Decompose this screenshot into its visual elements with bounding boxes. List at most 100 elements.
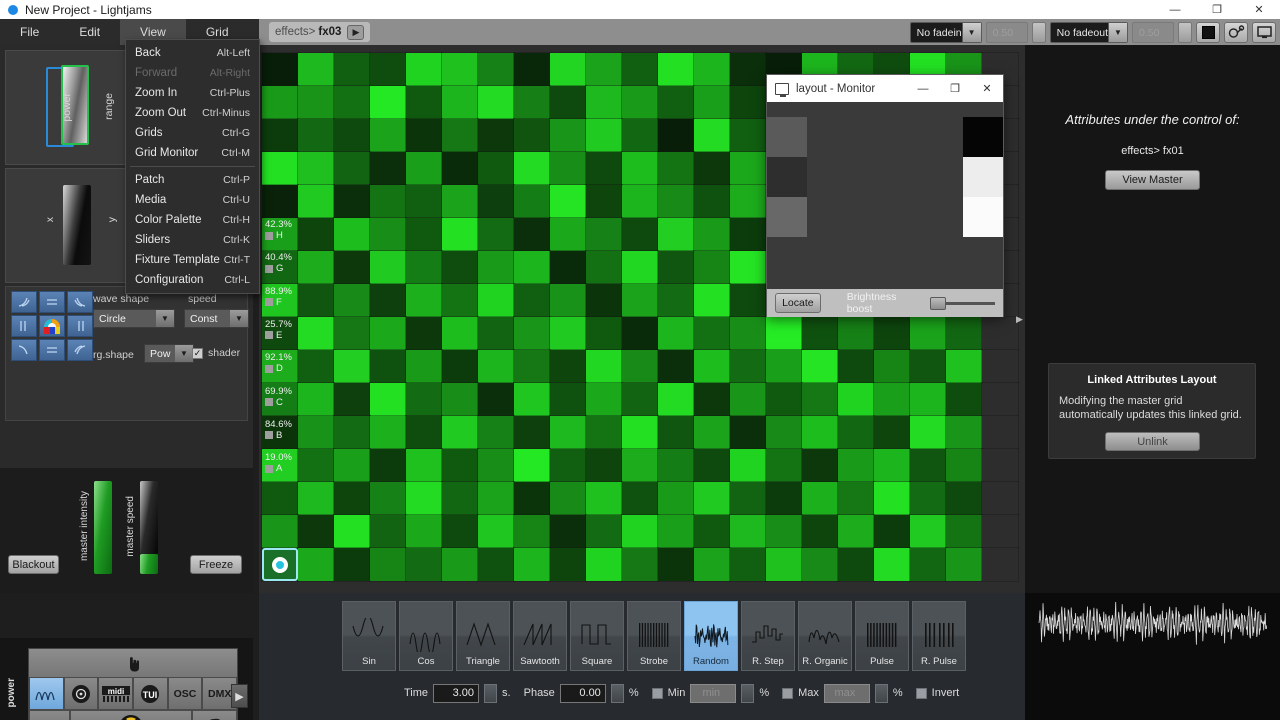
- grid-cell[interactable]: [513, 52, 551, 87]
- grid-cell[interactable]: [333, 52, 371, 87]
- menu-item-grid-monitor[interactable]: Grid Monitor Ctrl-M: [126, 143, 259, 163]
- monitor-close-button[interactable]: ✕: [971, 75, 1003, 102]
- fadein-time-field[interactable]: 0.50: [985, 22, 1028, 43]
- grid-cell[interactable]: [837, 382, 875, 417]
- chevron-down-icon[interactable]: ▼: [156, 310, 174, 327]
- grid-cell[interactable]: [261, 118, 299, 153]
- grid-cell[interactable]: [693, 316, 731, 351]
- grid-cell[interactable]: [585, 316, 623, 351]
- waveform-button-pulse[interactable]: Pulse: [855, 601, 909, 671]
- touch-input-row[interactable]: [29, 649, 237, 677]
- dir-button-se[interactable]: [67, 339, 93, 361]
- grid-cell[interactable]: [801, 316, 839, 351]
- monitor-cell[interactable]: [767, 157, 807, 197]
- fadeout-time-field[interactable]: 0.50: [1132, 22, 1174, 43]
- grid-cell[interactable]: [513, 481, 551, 516]
- grid-cell[interactable]: [549, 547, 587, 582]
- chevron-down-icon[interactable]: ▼: [230, 310, 248, 327]
- menu-item-configuration[interactable]: Configuration Ctrl-L: [126, 270, 259, 290]
- grid-cell[interactable]: [405, 52, 443, 87]
- grid-cell[interactable]: [369, 217, 407, 252]
- grid-cell[interactable]: [729, 250, 767, 285]
- grid-cell[interactable]: [261, 151, 299, 186]
- grid-cell[interactable]: [981, 514, 1019, 549]
- grid-cell[interactable]: [441, 52, 479, 87]
- color-wheel-button[interactable]: [39, 315, 65, 337]
- fadein-spinner[interactable]: [1031, 22, 1046, 43]
- link-button[interactable]: [1224, 22, 1248, 43]
- menu-file[interactable]: File: [0, 19, 59, 45]
- dir-button-n[interactable]: [39, 291, 65, 313]
- waveform-button-cos[interactable]: Cos: [399, 601, 453, 671]
- grid-cell[interactable]: [693, 52, 731, 87]
- grid-cell[interactable]: [441, 151, 479, 186]
- monitor-title-bar[interactable]: layout - Monitor — ❐ ✕: [767, 75, 1003, 102]
- grid-cell[interactable]: [657, 415, 695, 450]
- grid-cell[interactable]: [765, 481, 803, 516]
- grid-cell[interactable]: [585, 118, 623, 153]
- grid-cell[interactable]: [909, 547, 947, 582]
- grid-cell[interactable]: [369, 283, 407, 318]
- grid-cell[interactable]: [837, 316, 875, 351]
- waveform-button-square[interactable]: Square: [570, 601, 624, 671]
- grid-cell[interactable]: [477, 316, 515, 351]
- grid-cell[interactable]: [981, 382, 1019, 417]
- grid-cell[interactable]: [729, 481, 767, 516]
- grid-cell[interactable]: [441, 481, 479, 516]
- input-source-osc[interactable]: OSC: [167, 677, 203, 710]
- grid-cell[interactable]: [369, 547, 407, 582]
- grid-cell[interactable]: [441, 349, 479, 384]
- grid-cell[interactable]: [261, 316, 299, 351]
- invert-checkbox[interactable]: [915, 687, 927, 699]
- grid-cell[interactable]: [441, 514, 479, 549]
- grid-cell[interactable]: [621, 151, 659, 186]
- input-next-button[interactable]: ▶: [231, 684, 248, 708]
- input-source-tuio[interactable]: TUI: [133, 677, 168, 710]
- grid-cell[interactable]: [729, 118, 767, 153]
- grid-cell[interactable]: [369, 52, 407, 87]
- grid-cell[interactable]: [369, 481, 407, 516]
- grid-cell[interactable]: [873, 382, 911, 417]
- dir-button-sw[interactable]: [11, 339, 37, 361]
- grid-cell[interactable]: [297, 217, 335, 252]
- wave-shape-select[interactable]: Circle ▼: [93, 309, 175, 328]
- monitor-cell[interactable]: [963, 157, 1003, 197]
- grid-cell[interactable]: [369, 151, 407, 186]
- grid-cell[interactable]: [549, 514, 587, 549]
- monitor-cell[interactable]: [963, 197, 1003, 237]
- grid-cell[interactable]: [837, 415, 875, 450]
- grid-cell[interactable]: [405, 151, 443, 186]
- dir-button-ne[interactable]: [67, 291, 93, 313]
- grid-cell[interactable]: [621, 349, 659, 384]
- grid-cell[interactable]: [261, 382, 299, 417]
- grid-cell[interactable]: [477, 349, 515, 384]
- grid-cell[interactable]: [441, 250, 479, 285]
- monitor-cell[interactable]: [963, 117, 1003, 157]
- maximize-button[interactable]: ❐: [1196, 0, 1238, 19]
- time-spinner[interactable]: [484, 683, 498, 703]
- grid-cell[interactable]: [657, 382, 695, 417]
- grid-cell[interactable]: [405, 382, 443, 417]
- grid-cell[interactable]: [513, 514, 551, 549]
- grid-cell[interactable]: [945, 448, 983, 483]
- grid-cell[interactable]: [513, 118, 551, 153]
- grid-cell[interactable]: [405, 283, 443, 318]
- grid-cell[interactable]: [801, 481, 839, 516]
- grid-cell[interactable]: [585, 448, 623, 483]
- grid-cell[interactable]: [909, 382, 947, 417]
- monitor-minimize-button[interactable]: —: [907, 75, 939, 102]
- grid-cell[interactable]: [657, 217, 695, 252]
- grid-cell[interactable]: [657, 151, 695, 186]
- grid-cell[interactable]: [765, 316, 803, 351]
- grid-cell[interactable]: [549, 415, 587, 450]
- grid-cell[interactable]: [297, 151, 335, 186]
- grid-cell[interactable]: [297, 316, 335, 351]
- grid-cell[interactable]: [513, 382, 551, 417]
- grid-cell[interactable]: [405, 217, 443, 252]
- grid-cell[interactable]: [693, 415, 731, 450]
- grid-cell[interactable]: [333, 481, 371, 516]
- grid-cell[interactable]: [693, 118, 731, 153]
- grid-cell[interactable]: [765, 448, 803, 483]
- xy-slider[interactable]: [63, 185, 91, 265]
- grid-cell[interactable]: [477, 250, 515, 285]
